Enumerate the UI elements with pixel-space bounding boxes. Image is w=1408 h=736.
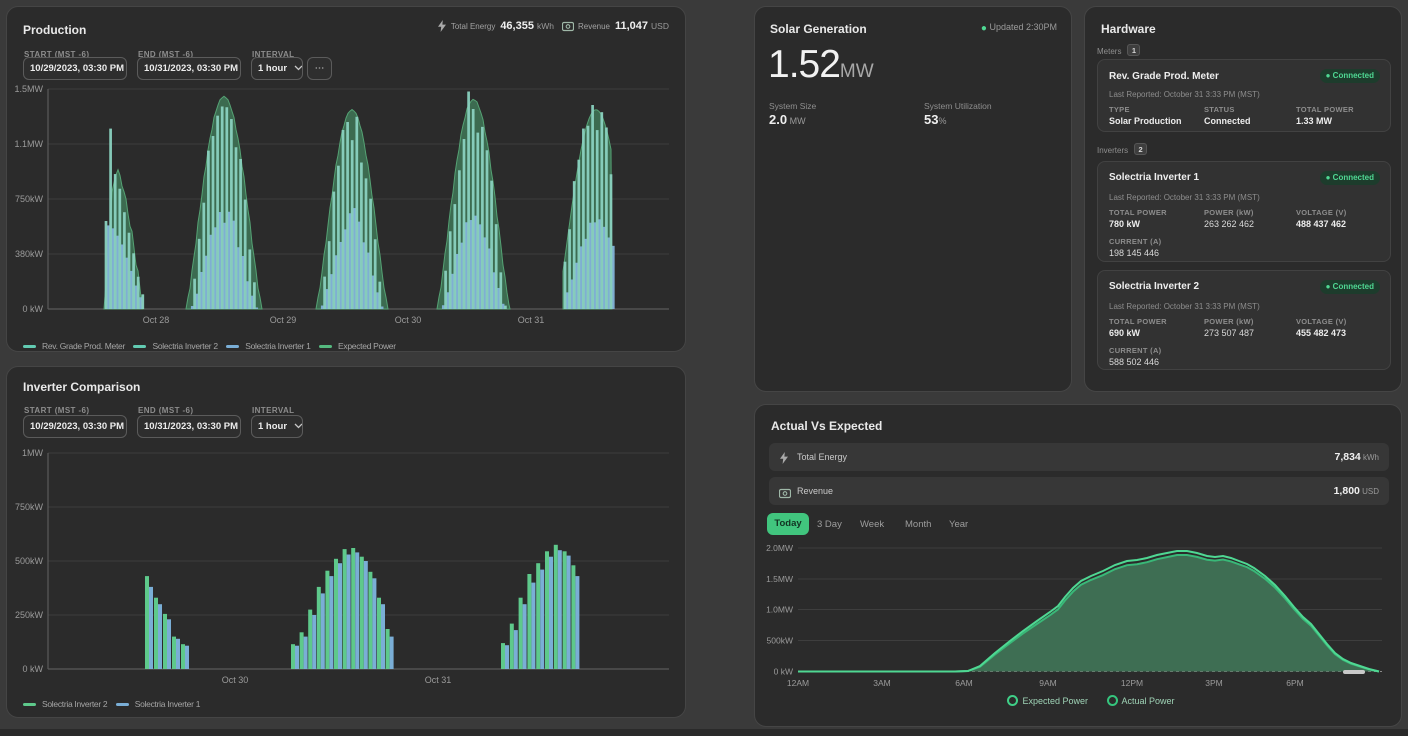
- svg-text:6PM: 6PM: [1286, 678, 1303, 688]
- svg-text:Oct 31: Oct 31: [425, 675, 452, 685]
- svg-text:Oct 30: Oct 30: [222, 675, 249, 685]
- svg-text:2.0MW: 2.0MW: [766, 543, 793, 553]
- svg-text:0 kW: 0 kW: [22, 304, 43, 314]
- svg-text:Oct 31: Oct 31: [518, 315, 545, 325]
- svg-text:500kW: 500kW: [767, 636, 793, 646]
- svg-text:Oct 29: Oct 29: [270, 315, 297, 325]
- svg-text:Oct 30: Oct 30: [395, 315, 422, 325]
- svg-text:0 kW: 0 kW: [774, 667, 793, 677]
- svg-text:Oct 28: Oct 28: [143, 315, 170, 325]
- svg-text:3PM: 3PM: [1205, 678, 1222, 688]
- svg-text:1.5MW: 1.5MW: [14, 84, 43, 94]
- svg-text:12AM: 12AM: [787, 678, 809, 688]
- svg-text:1.5MW: 1.5MW: [766, 574, 793, 584]
- svg-text:1.1MW: 1.1MW: [14, 139, 43, 149]
- svg-text:500kW: 500kW: [15, 556, 44, 566]
- svg-text:12PM: 12PM: [1121, 678, 1143, 688]
- svg-text:750kW: 750kW: [15, 194, 44, 204]
- svg-text:9AM: 9AM: [1039, 678, 1056, 688]
- svg-text:750kW: 750kW: [15, 502, 44, 512]
- svg-text:1.0MW: 1.0MW: [766, 605, 793, 615]
- svg-text:1MW: 1MW: [22, 448, 44, 458]
- svg-text:3AM: 3AM: [873, 678, 890, 688]
- svg-text:380kW: 380kW: [15, 249, 44, 259]
- svg-text:250kW: 250kW: [15, 610, 44, 620]
- svg-text:6AM: 6AM: [955, 678, 972, 688]
- svg-text:0 kW: 0 kW: [22, 664, 43, 674]
